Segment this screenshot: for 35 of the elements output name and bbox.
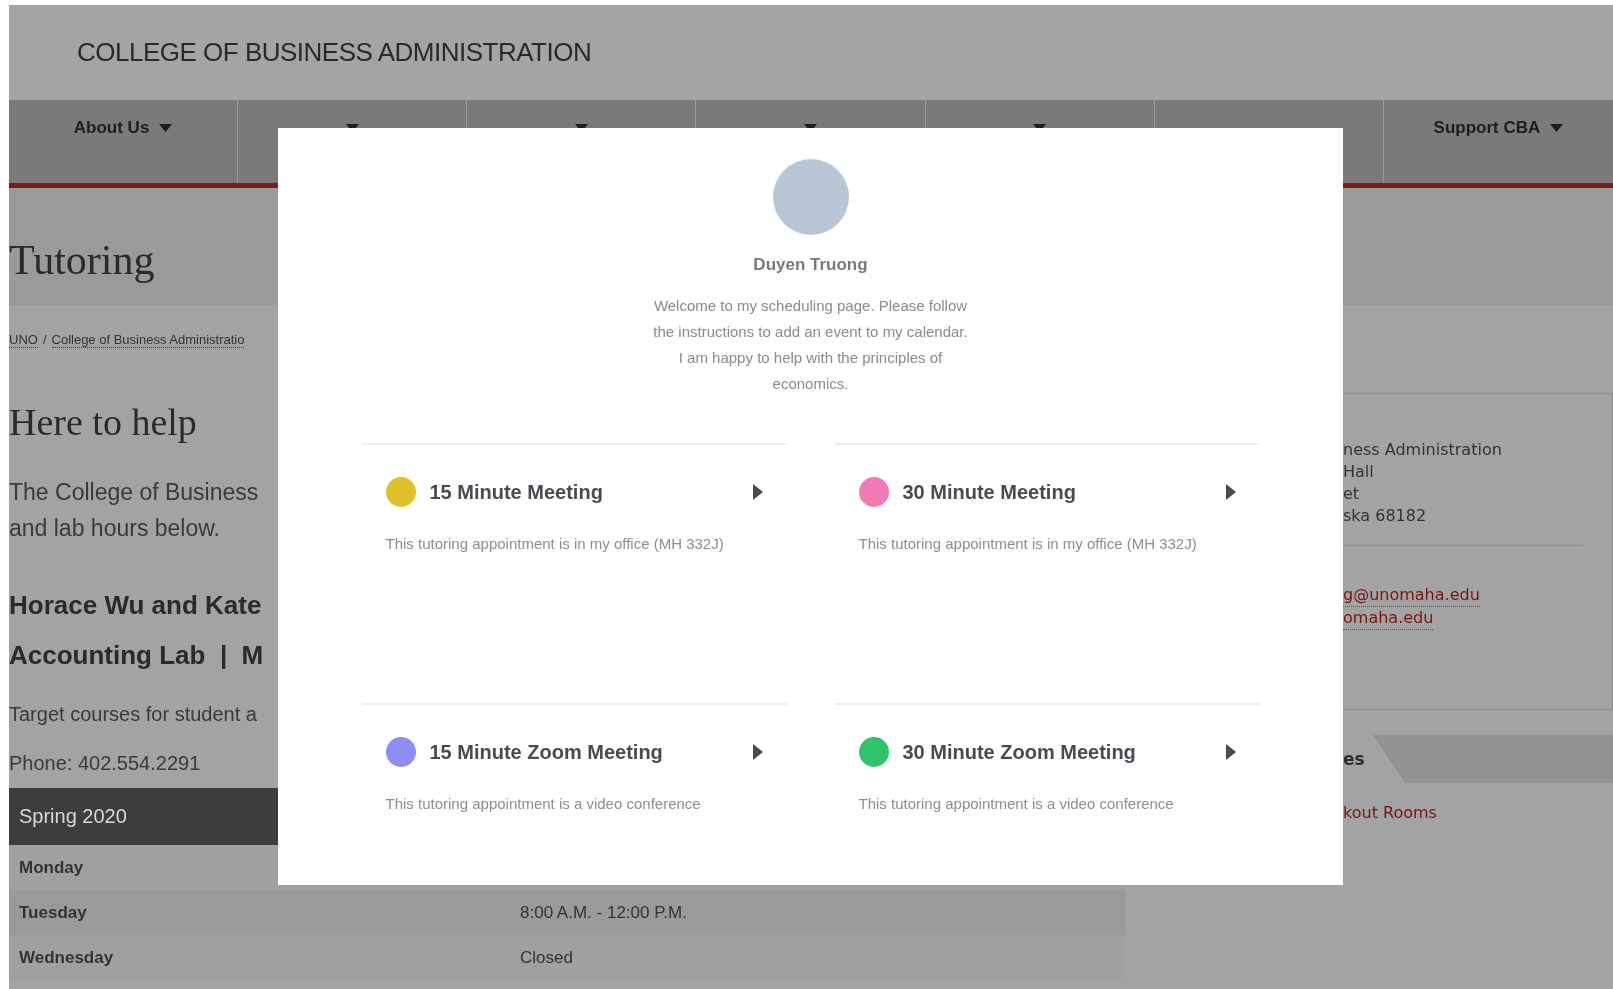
arrow-right-icon bbox=[752, 744, 763, 760]
arrow-right-icon bbox=[752, 484, 763, 500]
resource-link[interactable]: kout Rooms bbox=[1343, 803, 1437, 822]
event-type-card[interactable]: 30 Minute Meeting This tutoring appointment is in my office (MH 332J) bbox=[834, 443, 1260, 703]
intro-text: and lab hours below. bbox=[9, 514, 220, 543]
event-title: 15 Minute Meeting bbox=[429, 480, 604, 504]
schedule-row: Tuesday 8:00 A.M. - 12:00 P.M. bbox=[9, 890, 1125, 935]
event-title: 30 Minute Meeting bbox=[902, 480, 1077, 504]
nav-item[interactable]: Support CBA bbox=[1383, 100, 1613, 183]
event-description: This tutoring appointment is in my office (MH 332J) bbox=[858, 535, 1198, 552]
address-line: et bbox=[1343, 483, 1361, 505]
address-line: ska 68182 bbox=[1343, 505, 1428, 527]
host-name: Duyen Truong bbox=[753, 255, 868, 275]
breadcrumb-separator: / bbox=[42, 332, 47, 348]
info-text: Target courses for student a bbox=[9, 702, 257, 727]
event-description: This tutoring appointment is a video conference bbox=[385, 795, 702, 812]
subheading: Accounting Lab | M bbox=[9, 639, 264, 672]
address-line: Hall bbox=[1343, 461, 1375, 483]
intro-text: The College of Business bbox=[9, 478, 259, 507]
event-title: 30 Minute Zoom Meeting bbox=[902, 740, 1137, 764]
breadcrumb-link[interactable]: UNO bbox=[9, 332, 38, 348]
event-type-card[interactable]: 15 Minute Meeting This tutoring appointment is in my office (MH 332J) bbox=[361, 443, 787, 703]
section-heading: Here to help bbox=[9, 400, 197, 444]
subheading: Horace Wu and Kate bbox=[9, 589, 262, 622]
nav-item[interactable]: About Us bbox=[9, 100, 239, 183]
address-line: ness Administration bbox=[1343, 439, 1503, 461]
breadcrumb-link[interactable]: College of Business Administratio bbox=[51, 332, 245, 348]
event-title: 15 Minute Zoom Meeting bbox=[429, 740, 664, 764]
welcome-text: Welcome to my scheduling page. Please follow the instructions to add an event to my calendar. I am happy to help with the principles of economics. bbox=[652, 296, 969, 394]
arrow-right-icon bbox=[1225, 484, 1236, 500]
page-title: Tutoring bbox=[9, 235, 155, 284]
site-title[interactable]: COLLEGE OF BUSINESS ADMINISTRATION bbox=[77, 37, 592, 68]
info-text: Phone: 402.554.2291 bbox=[9, 751, 201, 776]
arrow-right-icon bbox=[1225, 744, 1236, 760]
event-description: This tutoring appointment is in my office (MH 332J) bbox=[385, 535, 725, 552]
